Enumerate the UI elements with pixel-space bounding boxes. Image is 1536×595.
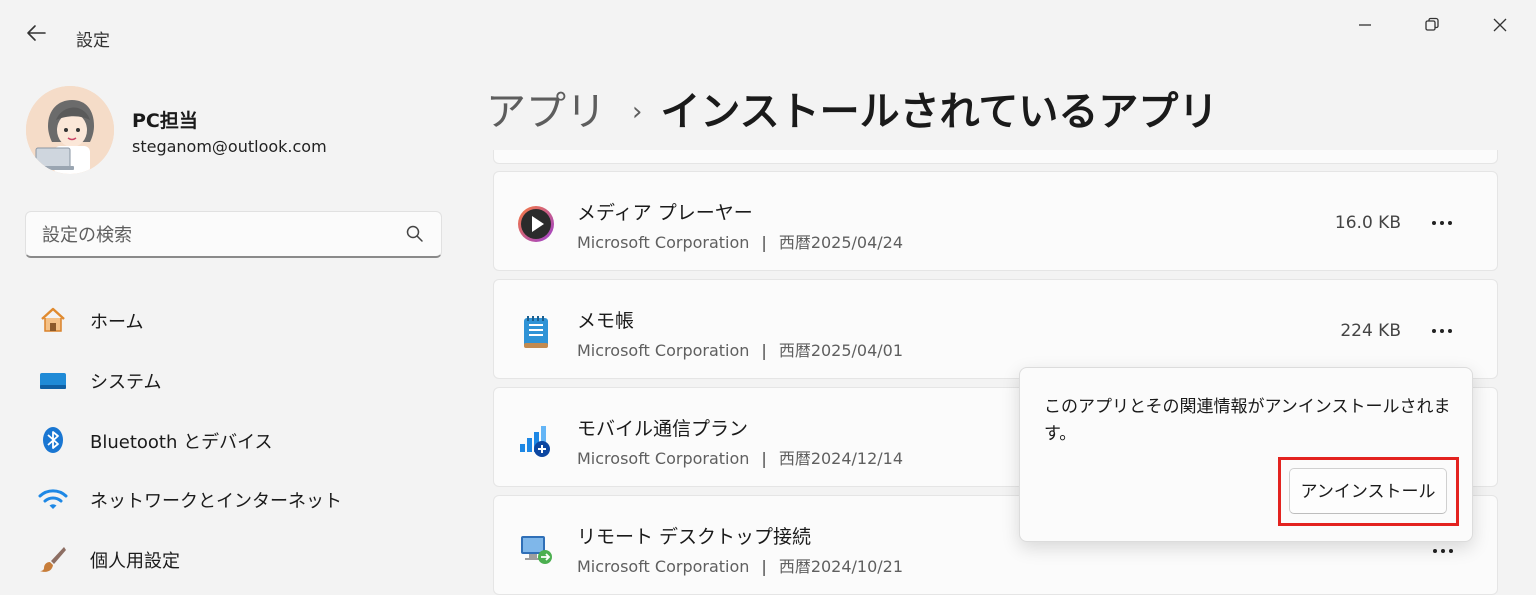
app-title: 設定 bbox=[76, 31, 110, 51]
settings-search[interactable] bbox=[25, 211, 442, 258]
search-input[interactable] bbox=[40, 212, 404, 258]
list-item-partial bbox=[493, 150, 1498, 164]
sidebar-item-label: Bluetooth とデバイス bbox=[90, 432, 273, 453]
breadcrumb: アプリ › インストールされているアプリ bbox=[486, 84, 1218, 145]
app-install-date: 西暦2024/12/14 bbox=[778, 449, 904, 468]
app-name: メディア プレーヤー bbox=[577, 202, 753, 224]
close-button[interactable] bbox=[1480, 12, 1520, 40]
close-icon bbox=[1493, 18, 1507, 32]
avatar[interactable] bbox=[26, 86, 114, 174]
app-size: 16.0 KB bbox=[1334, 213, 1401, 233]
notepad-icon bbox=[524, 316, 548, 348]
user-name: PC担当 bbox=[132, 110, 198, 132]
breadcrumb-parent-apps[interactable]: アプリ bbox=[486, 89, 606, 135]
restore-button[interactable] bbox=[1412, 12, 1452, 40]
wifi-icon bbox=[38, 489, 68, 509]
page-title: インストールされているアプリ bbox=[660, 89, 1219, 135]
app-install-date: 西暦2025/04/01 bbox=[778, 341, 904, 360]
meta-separator: | bbox=[761, 233, 767, 252]
app-name: リモート デスクトップ接続 bbox=[577, 526, 812, 548]
media-player-icon bbox=[518, 206, 554, 242]
minimize-button[interactable] bbox=[1345, 12, 1385, 40]
meta-separator: | bbox=[761, 557, 767, 576]
uninstall-button[interactable]: アンインストール bbox=[1289, 468, 1447, 514]
app-meta: Microsoft Corporation | 西暦2024/10/21 bbox=[577, 553, 903, 577]
sidebar-item-label: ネットワークとインターネット bbox=[90, 491, 342, 512]
back-arrow-icon bbox=[27, 25, 46, 41]
remote-desktop-icon bbox=[521, 536, 552, 564]
app-name: モバイル通信プラン bbox=[577, 418, 749, 440]
app-size: 224 KB bbox=[1340, 321, 1401, 341]
system-icon bbox=[40, 373, 66, 389]
restore-icon bbox=[1425, 17, 1439, 31]
app-publisher: Microsoft Corporation bbox=[577, 557, 750, 576]
app-list-item[interactable]: メディア プレーヤー Microsoft Corporation | 西暦2025/… bbox=[493, 171, 1498, 271]
minimize-icon bbox=[1359, 24, 1371, 26]
sidebar-item-network[interactable]: ネットワークとインターネット bbox=[30, 476, 450, 522]
app-install-date: 西暦2025/04/24 bbox=[778, 233, 904, 252]
meta-separator: | bbox=[761, 341, 767, 360]
user-email: steganom@outlook.com bbox=[132, 137, 327, 156]
sidebar-item-label: システム bbox=[90, 372, 162, 393]
sidebar-item-system[interactable]: システム bbox=[30, 357, 450, 403]
sidebar-item-bluetooth[interactable]: Bluetooth とデバイス bbox=[30, 417, 450, 463]
sidebar-item-personalization[interactable]: 個人用設定 bbox=[30, 536, 450, 582]
app-publisher: Microsoft Corporation bbox=[577, 233, 750, 252]
more-icon bbox=[1432, 221, 1452, 225]
app-list-item[interactable]: メモ帳 Microsoft Corporation | 西暦2025/04/01 2… bbox=[493, 279, 1498, 379]
sidebar-item-label: ホーム bbox=[90, 312, 144, 333]
back-button[interactable] bbox=[22, 22, 50, 50]
more-icon bbox=[1432, 329, 1452, 333]
app-name: メモ帳 bbox=[577, 310, 635, 332]
app-publisher: Microsoft Corporation bbox=[577, 449, 750, 468]
meta-separator: | bbox=[761, 449, 767, 468]
app-meta: Microsoft Corporation | 西暦2025/04/24 bbox=[577, 229, 903, 253]
sidebar-item-home[interactable]: ホーム bbox=[30, 297, 450, 343]
uninstall-message: このアプリとその関連情報がアンインストールされます。 bbox=[1044, 397, 1451, 444]
avatar-illustration-icon bbox=[26, 86, 114, 174]
search-icon[interactable] bbox=[405, 224, 425, 244]
breadcrumb-separator: › bbox=[632, 97, 643, 127]
more-options-button[interactable] bbox=[1429, 208, 1455, 230]
more-options-button[interactable] bbox=[1429, 316, 1455, 338]
app-install-date: 西暦2024/10/21 bbox=[778, 557, 904, 576]
app-meta: Microsoft Corporation | 西暦2025/04/01 bbox=[577, 337, 903, 361]
mobile-plans-icon bbox=[520, 426, 550, 457]
app-publisher: Microsoft Corporation bbox=[577, 341, 750, 360]
app-meta: Microsoft Corporation | 西暦2024/12/14 bbox=[577, 445, 903, 469]
more-icon bbox=[1433, 549, 1453, 553]
title-bar: 設定 bbox=[0, 0, 1536, 70]
brush-icon bbox=[40, 547, 66, 572]
bluetooth-icon bbox=[43, 427, 63, 453]
home-icon bbox=[41, 307, 65, 332]
sidebar-item-label: 個人用設定 bbox=[90, 551, 180, 572]
